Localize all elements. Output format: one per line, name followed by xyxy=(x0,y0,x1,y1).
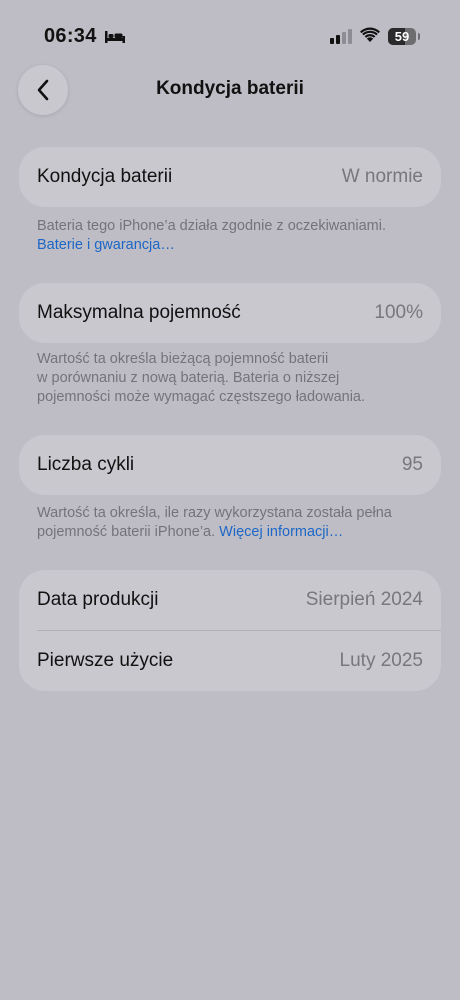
battery-health-note: Bateria tego iPhone’a działa zgodnie z o… xyxy=(37,217,432,255)
battery-warranty-link[interactable]: Baterie i gwarancja… xyxy=(37,236,432,255)
battery-health-card: Kondycja baterii W normie xyxy=(19,147,441,207)
first-use-row: Pierwsze użycie Luty 2025 xyxy=(19,631,441,691)
battery-health-value: W normie xyxy=(341,166,423,187)
battery-health-label: Kondycja baterii xyxy=(37,166,173,187)
first-use-value: Luty 2025 xyxy=(339,650,423,671)
status-time: 06:34 xyxy=(44,25,97,47)
cycle-count-note: Wartość ta określa, ile razy wykorzystan… xyxy=(37,504,432,542)
manufacture-date-row: Data produkcji Sierpień 2024 xyxy=(19,570,441,630)
battery-tip xyxy=(418,33,420,40)
manufacture-date-value: Sierpień 2024 xyxy=(305,589,423,610)
cycle-count-note-line: Wartość ta określa, ile razy wykorzystan… xyxy=(37,505,392,521)
cycle-count-note-text: pojemność baterii iPhone’a. xyxy=(37,524,216,540)
battery-icon: 59 xyxy=(388,28,420,45)
max-capacity-note-line: Wartość ta określa bieżącą pojemność bat… xyxy=(37,351,329,367)
max-capacity-note-line: pojemności może wymagać częstszego ładow… xyxy=(37,389,366,405)
sleep-bed-icon xyxy=(104,30,126,49)
max-capacity-value: 100% xyxy=(374,302,423,323)
page-title: Kondycja baterii xyxy=(156,78,304,99)
cycle-count-row: Liczba cykli 95 xyxy=(19,435,441,495)
more-info-link[interactable]: Więcej informacji… xyxy=(219,524,343,540)
wifi-icon xyxy=(360,27,380,48)
manufacture-date-label: Data produkcji xyxy=(37,589,159,610)
max-capacity-label: Maksymalna pojemność xyxy=(37,302,241,323)
first-use-label: Pierwsze użycie xyxy=(37,650,174,671)
max-capacity-note-line: w porównaniu z nową baterią. Bateria o n… xyxy=(37,370,340,386)
battery-health-row: Kondycja baterii W normie xyxy=(19,147,441,207)
battery-health-note-text: Bateria tego iPhone’a działa zgodnie z o… xyxy=(37,218,387,234)
status-bar: 06:34 59 xyxy=(0,0,460,60)
cycle-count-note-line2: pojemność baterii iPhone’a. Więcej infor… xyxy=(37,523,432,542)
dates-card: Data produkcji Sierpień 2024 Pierwsze uż… xyxy=(19,570,441,691)
cycle-count-value: 95 xyxy=(401,454,423,475)
max-capacity-note: Wartość ta określa bieżącą pojemność bat… xyxy=(37,350,432,407)
cycle-count-card: Liczba cykli 95 xyxy=(19,435,441,495)
cellular-signal-icon xyxy=(330,29,352,49)
battery-percent: 59 xyxy=(394,29,410,44)
cycle-count-label: Liczba cykli xyxy=(37,454,135,475)
max-capacity-row: Maksymalna pojemność 100% xyxy=(19,283,441,343)
max-capacity-card: Maksymalna pojemność 100% xyxy=(19,283,441,343)
